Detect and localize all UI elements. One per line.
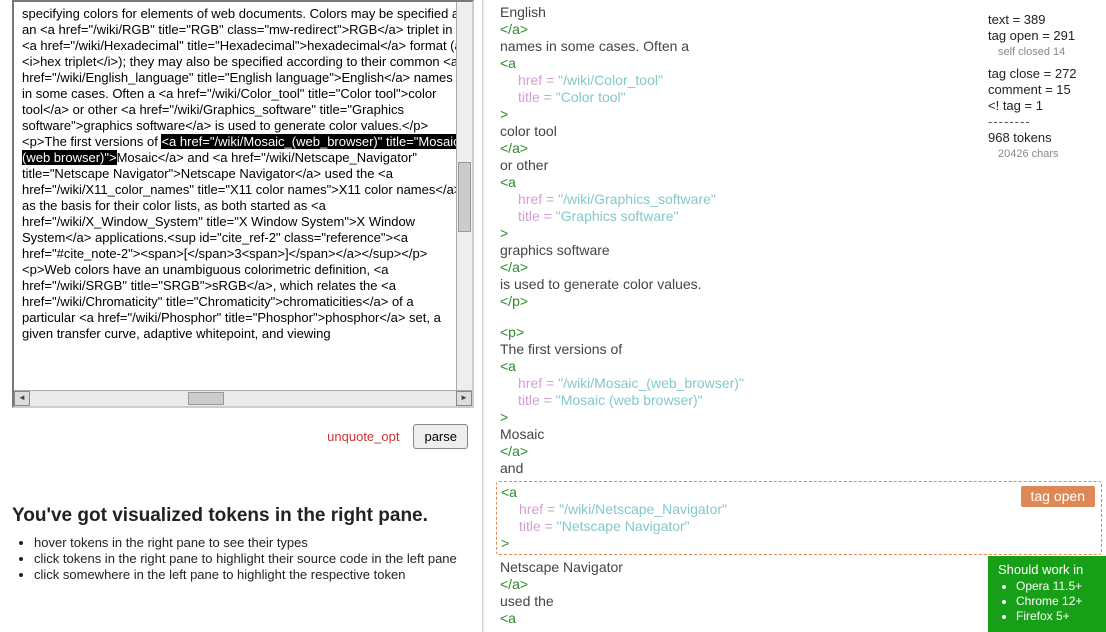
vertical-scrollbar[interactable] — [456, 2, 472, 390]
horizontal-scrollbar[interactable]: ◄ ► — [14, 390, 472, 406]
scrollbar-track[interactable] — [30, 391, 456, 406]
token-tag-open[interactable]: <a — [501, 484, 1097, 501]
token-text[interactable]: The first versions of — [500, 341, 1098, 358]
scroll-right-arrow[interactable]: ► — [456, 391, 472, 406]
stats-panel: text = 389 tag open = 291 self closed 14… — [988, 12, 1102, 162]
stat-char-total: 20426 chars — [988, 146, 1102, 162]
stat-text-count: text = 389 — [988, 12, 1102, 28]
token-attr-name[interactable]: href — [518, 191, 542, 207]
token-attr-value[interactable]: "Color tool" — [556, 89, 626, 105]
token-attr-value[interactable]: "/wiki/Netscape_Navigator" — [559, 501, 727, 517]
highlighted-token[interactable]: tag open <a href = "/wiki/Netscape_Navig… — [496, 481, 1102, 555]
token-tag-close[interactable]: </a> — [500, 443, 1098, 460]
token-attr-value[interactable]: "/wiki/Color_tool" — [558, 72, 663, 88]
info-heading: You've got visualized tokens in the righ… — [12, 505, 474, 527]
source-text: specifying colors for elements of web do… — [22, 6, 466, 133]
token-tag-open[interactable]: <p> — [500, 324, 1098, 341]
token-tag-open[interactable]: > — [501, 535, 1097, 552]
token-attr-value[interactable]: "Graphics software" — [556, 208, 679, 224]
support-item: Firefox 5+ — [1016, 609, 1094, 624]
token-tag-open[interactable]: <a — [500, 174, 1098, 191]
stat-token-total: 968 tokens — [988, 130, 1102, 146]
token-attr-name[interactable]: title — [518, 89, 540, 105]
stat-comment-count: comment = 15 — [988, 82, 1102, 98]
support-heading: Should work in — [998, 562, 1094, 577]
token-tag-open[interactable]: > — [500, 409, 1098, 426]
stat-bangtag-count: <! tag = 1 — [988, 98, 1102, 114]
support-item: Chrome 12+ — [1016, 594, 1094, 609]
scrollbar-thumb[interactable] — [188, 392, 224, 405]
token-attr-name[interactable]: href — [518, 375, 542, 391]
token-tag-open[interactable]: <a — [500, 358, 1098, 375]
source-textarea[interactable]: specifying colors for elements of web do… — [12, 0, 474, 408]
token-text[interactable]: is used to generate color values. — [500, 276, 1098, 293]
support-item: Opera 11.5+ — [1016, 579, 1094, 594]
unquote-option[interactable]: unquote_opt — [327, 429, 399, 444]
stat-selfclosed-count: self closed 14 — [988, 44, 1102, 60]
token-attr-name[interactable]: title — [518, 392, 540, 408]
token-text[interactable]: Mosaic — [500, 426, 1098, 443]
scroll-left-arrow[interactable]: ◄ — [14, 391, 30, 406]
stat-tagclose-count: tag close = 272 — [988, 66, 1102, 82]
token-attr-name[interactable]: href — [519, 501, 543, 517]
token-type-badge: tag open — [1021, 486, 1096, 507]
parse-button[interactable]: parse — [413, 424, 468, 449]
source-text: Mosaic</a> and <a href="/wiki/Netscape_N… — [22, 150, 461, 261]
token-tag-close[interactable]: </p> — [500, 293, 1098, 310]
info-item: hover tokens in the right pane to see th… — [34, 535, 474, 551]
token-attr-value[interactable]: "Mosaic (web browser)" — [556, 392, 703, 408]
token-attr-value[interactable]: "/wiki/Graphics_software" — [558, 191, 716, 207]
token-attr-name[interactable]: title — [518, 208, 540, 224]
stats-separator: -------- — [988, 114, 1102, 130]
info-item: click somewhere in the left pane to high… — [34, 567, 474, 583]
token-tag-close[interactable]: </a> — [500, 259, 1098, 276]
browser-support-panel: Should work in Opera 11.5+ Chrome 12+ Fi… — [988, 556, 1106, 632]
source-text: <p>The first versions of — [22, 134, 161, 149]
info-item: click tokens in the right pane to highli… — [34, 551, 474, 567]
token-attr-name[interactable]: title — [519, 518, 541, 534]
token-text[interactable]: graphics software — [500, 242, 1098, 259]
stat-tagopen-count: tag open = 291 — [988, 28, 1102, 44]
source-text: <p>Web colors have an unambiguous colori… — [22, 262, 441, 341]
scrollbar-thumb[interactable] — [458, 162, 471, 232]
token-tag-open[interactable]: > — [500, 225, 1098, 242]
token-text[interactable]: and — [500, 460, 1098, 477]
token-attr-name[interactable]: href — [518, 72, 542, 88]
token-attr-value[interactable]: "Netscape Navigator" — [557, 518, 690, 534]
token-attr-value[interactable]: "/wiki/Mosaic_(web_browser)" — [558, 375, 744, 391]
